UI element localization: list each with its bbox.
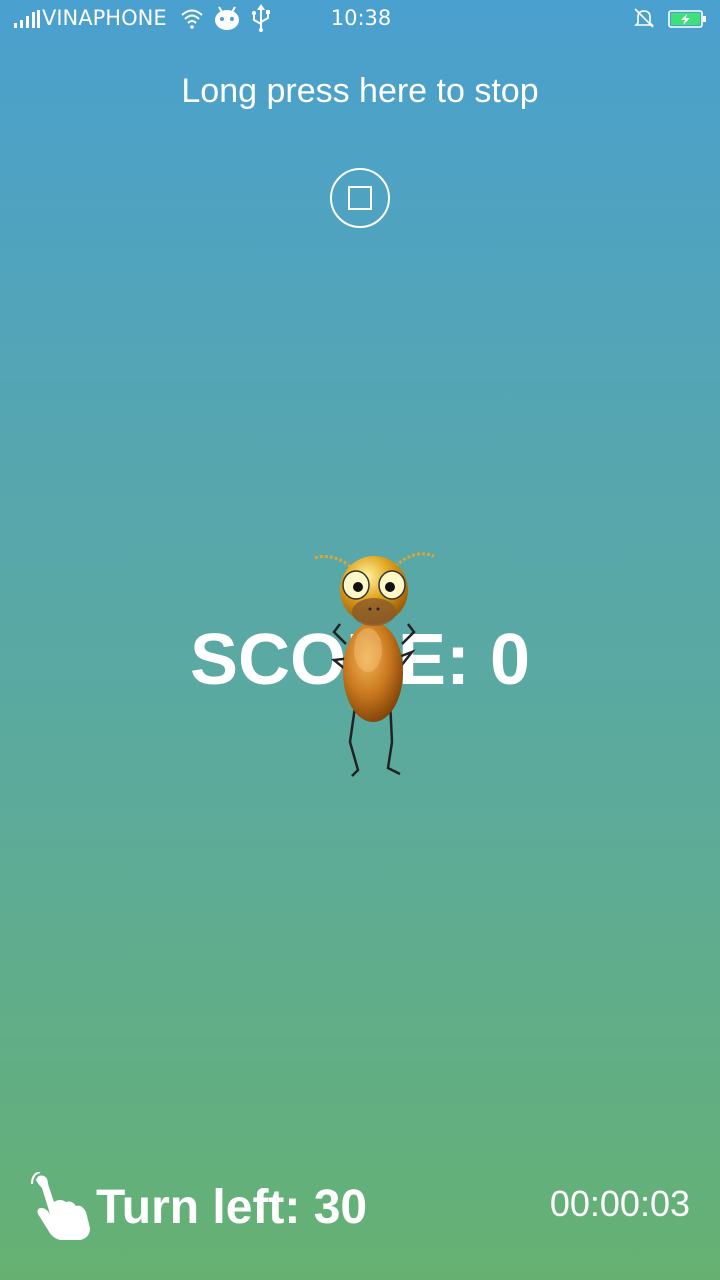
carrier-name: VINAPHONE: [42, 6, 167, 30]
signal-icon: [14, 10, 40, 28]
wifi-icon: [181, 9, 203, 29]
status-clock: 10:38: [330, 6, 392, 30]
status-bar: VINAPHONE 10:38: [0, 0, 720, 38]
turns-left-display: Turn left: 30: [96, 1181, 368, 1234]
stop-hint-text[interactable]: Long press here to stop: [0, 72, 720, 111]
cockroach-bug[interactable]: [304, 540, 444, 785]
stop-icon: [348, 186, 372, 210]
battery-charging-icon: [668, 10, 706, 28]
usb-icon: [252, 4, 270, 32]
mute-icon: [634, 8, 654, 28]
android-icon: [215, 6, 239, 30]
bug-antenna-left: [313, 555, 356, 572]
tap-hand-icon: [31, 1172, 90, 1240]
game-timer: 00:00:03: [549, 1183, 690, 1224]
stop-button[interactable]: [330, 168, 390, 228]
